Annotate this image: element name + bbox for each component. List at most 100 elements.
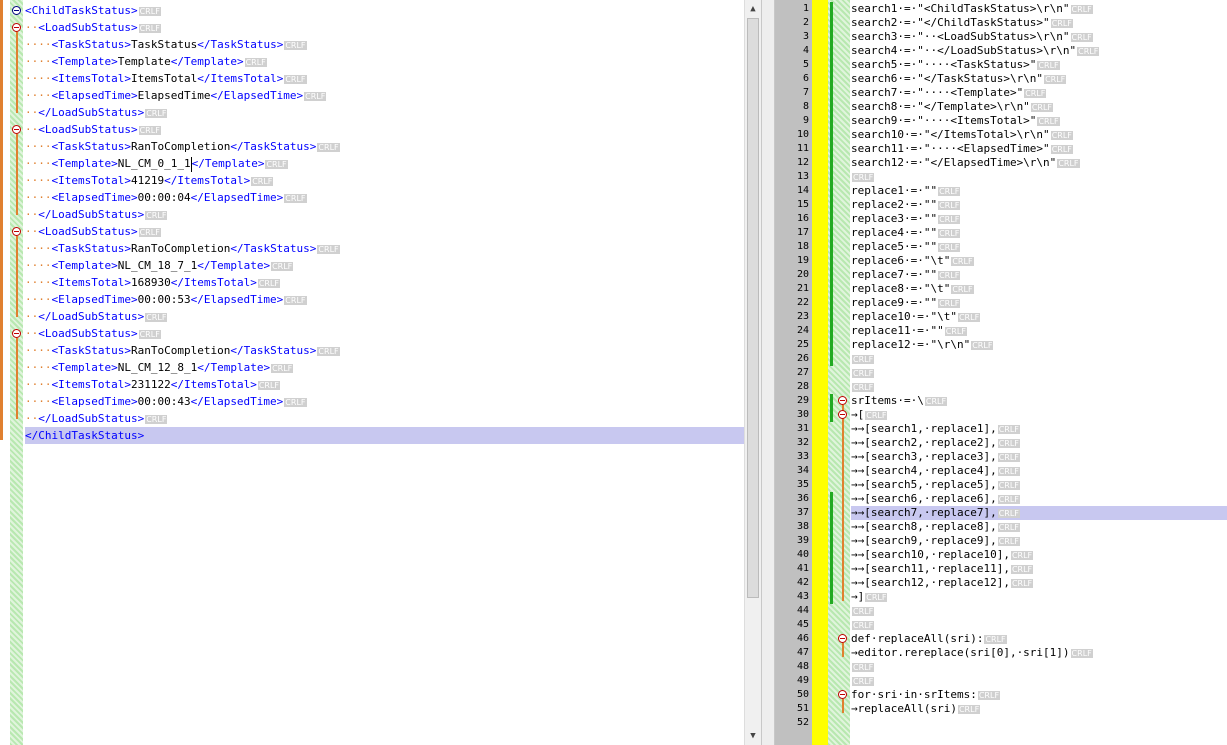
code-line[interactable]: replace4·=·"" CRLF bbox=[851, 226, 1227, 240]
scroll-down-arrow-icon[interactable]: ▼ bbox=[748, 729, 758, 743]
code-line[interactable]: ··</LoadSubStatus> CRLF bbox=[25, 104, 744, 121]
code-line[interactable]: CRLF bbox=[851, 366, 1227, 380]
code-line[interactable]: ··</LoadSubStatus> CRLF bbox=[25, 206, 744, 223]
code-line[interactable]: replace6·=·"\t" CRLF bbox=[851, 254, 1227, 268]
code-line[interactable]: CRLF bbox=[851, 674, 1227, 688]
code-line[interactable]: →→[search5,·replace5], CRLF bbox=[851, 478, 1227, 492]
code-line[interactable]: replace2·=·"" CRLF bbox=[851, 198, 1227, 212]
fold-toggle-icon[interactable] bbox=[12, 125, 21, 134]
splitter[interactable] bbox=[761, 0, 775, 745]
scroll-up-arrow-icon[interactable]: ▲ bbox=[748, 2, 758, 16]
right-code-lines[interactable]: search1·=·"<ChildTaskStatus>\r\n" CRLF sea… bbox=[851, 2, 1227, 730]
code-line[interactable]: replace7·=·"" CRLF bbox=[851, 268, 1227, 282]
left-vertical-scrollbar[interactable]: ▲ ▼ bbox=[744, 0, 761, 745]
code-line[interactable]: CRLF bbox=[851, 618, 1227, 632]
line-number: 44 bbox=[796, 605, 809, 616]
code-line[interactable]: replace8·=·"\t" CRLF bbox=[851, 282, 1227, 296]
code-line[interactable]: ····<TaskStatus>RanToCompletion</TaskSta… bbox=[25, 342, 744, 359]
fold-toggle-icon[interactable] bbox=[838, 410, 847, 419]
code-line[interactable]: ··</LoadSubStatus> CRLF bbox=[25, 308, 744, 325]
code-line[interactable]: →→[search2,·replace2], CRLF bbox=[851, 436, 1227, 450]
code-line[interactable]: search11·=·"····<ElapsedTime>" CRLF bbox=[851, 142, 1227, 156]
code-line[interactable]: ····<ElapsedTime>00:00:43</ElapsedTime> C… bbox=[25, 393, 744, 410]
code-line[interactable]: ····<ItemsTotal>41219</ItemsTotal> CRLF bbox=[25, 172, 744, 189]
code-line[interactable]: search10·=·"</ItemsTotal>\r\n" CRLF bbox=[851, 128, 1227, 142]
code-line[interactable]: ····<ElapsedTime>00:00:04</ElapsedTime> C… bbox=[25, 189, 744, 206]
code-line[interactable]: replace5·=·"" CRLF bbox=[851, 240, 1227, 254]
code-line[interactable]: →→[search9,·replace9], CRLF bbox=[851, 534, 1227, 548]
code-line[interactable]: ··<LoadSubStatus> CRLF bbox=[25, 325, 744, 342]
right-editor-pane[interactable]: 1 2 3 4 5 6 7 8 9 10 11 12 13 14 15 16 17 18 19 20 21 22 23 24 2… bbox=[775, 0, 1227, 745]
code-line[interactable]: search6·=·"</TaskStatus>\r\n" CRLF bbox=[851, 72, 1227, 86]
code-line[interactable]: ··</LoadSubStatus> CRLF bbox=[25, 410, 744, 427]
code-line[interactable]: ····<ItemsTotal>ItemsTotal</ItemsTotal> C… bbox=[25, 70, 744, 87]
code-line[interactable]: ····<Template>NL_CM_12_8_1</Template> CRL… bbox=[25, 359, 744, 376]
code-line[interactable]: CRLF bbox=[851, 604, 1227, 618]
code-text: search8·=·"</Template>\r\n" bbox=[851, 100, 1030, 113]
code-line[interactable]: search3·=·"··<LoadSubStatus>\r\n" CRLF bbox=[851, 30, 1227, 44]
code-line[interactable]: replace3·=·"" CRLF bbox=[851, 212, 1227, 226]
code-line[interactable]: →] CRLF bbox=[851, 590, 1227, 604]
code-line[interactable]: →→[search6,·replace6], CRLF bbox=[851, 492, 1227, 506]
code-line[interactable]: ····<ElapsedTime>00:00:53</ElapsedTime> C… bbox=[25, 291, 744, 308]
code-line[interactable]: ··<LoadSubStatus> CRLF bbox=[25, 121, 744, 138]
code-line[interactable]: replace9·=·"" CRLF bbox=[851, 296, 1227, 310]
code-line[interactable]: CRLF bbox=[851, 380, 1227, 394]
code-line[interactable]: search4·=·"··</LoadSubStatus>\r\n" CRLF bbox=[851, 44, 1227, 58]
code-line[interactable]: search12·=·"</ElapsedTime>\r\n" CRLF bbox=[851, 156, 1227, 170]
fold-toggle-icon[interactable] bbox=[12, 23, 21, 32]
code-line[interactable]: →→[search3,·replace3], CRLF bbox=[851, 450, 1227, 464]
code-line[interactable]: replace10·=·"\t" CRLF bbox=[851, 310, 1227, 324]
scroll-thumb[interactable] bbox=[747, 18, 759, 598]
code-line[interactable]: for·sri·in·srItems: CRLF bbox=[851, 688, 1227, 702]
code-line[interactable]: ····<Template>Template</Template> CRLF bbox=[25, 53, 744, 70]
code-line[interactable]: replace1·=·"" CRLF bbox=[851, 184, 1227, 198]
fold-toggle-icon[interactable] bbox=[12, 329, 21, 338]
code-line[interactable]: →→[search7,·replace7], CRLF bbox=[851, 506, 1227, 520]
line-number: 32 bbox=[796, 437, 809, 448]
code-line[interactable]: ····<Template>NL_CM_0_1_1</Template> CRLF bbox=[25, 155, 744, 172]
code-line[interactable]: search8·=·"</Template>\r\n" CRLF bbox=[851, 100, 1227, 114]
code-line[interactable]: ····<ItemsTotal>231122</ItemsTotal> CRLF bbox=[25, 376, 744, 393]
code-line[interactable]: →→[search4,·replace4], CRLF bbox=[851, 464, 1227, 478]
code-line[interactable]: →editor.rereplace(sri[0],·sri[1]) CRLF bbox=[851, 646, 1227, 660]
line-number: 23 bbox=[796, 311, 809, 322]
code-line[interactable]: CRLF bbox=[851, 352, 1227, 366]
code-line[interactable]: ····<TaskStatus>TaskStatus</TaskStatus> C… bbox=[25, 36, 744, 53]
code-line[interactable]: ····<TaskStatus>RanToCompletion</TaskSta… bbox=[25, 240, 744, 257]
fold-toggle-icon[interactable] bbox=[838, 690, 847, 699]
fold-toggle-icon[interactable] bbox=[838, 396, 847, 405]
code-line[interactable]: ····<TaskStatus>RanToCompletion</TaskSta… bbox=[25, 138, 744, 155]
code-line[interactable]: CRLF bbox=[851, 170, 1227, 184]
left-code-lines[interactable]: <ChildTaskStatus> CRLF ··<LoadSubStatus> CR… bbox=[25, 2, 744, 444]
left-editor-pane[interactable]: <ChildTaskStatus> CRLF ··<LoadSubStatus> CR… bbox=[0, 0, 761, 745]
code-line[interactable]: →→[search8,·replace8], CRLF bbox=[851, 520, 1227, 534]
code-line[interactable]: search9·=·"····<ItemsTotal>" CRLF bbox=[851, 114, 1227, 128]
code-line[interactable]: search5·=·"····<TaskStatus>" CRLF bbox=[851, 58, 1227, 72]
code-line[interactable]: CRLF bbox=[851, 660, 1227, 674]
code-line[interactable]: →→[search1,·replace1], CRLF bbox=[851, 422, 1227, 436]
code-line[interactable]: →[CRLF bbox=[851, 408, 1227, 422]
fold-toggle-icon[interactable] bbox=[12, 227, 21, 236]
code-line[interactable]: →replaceAll(sri) CRLF bbox=[851, 702, 1227, 716]
code-line[interactable]: ····<Template>NL_CM_18_7_1</Template> CRL… bbox=[25, 257, 744, 274]
code-line[interactable] bbox=[851, 716, 1227, 730]
code-line[interactable]: replace11·=·"" CRLF bbox=[851, 324, 1227, 338]
code-line[interactable]: srItems·=·\ CRLF bbox=[851, 394, 1227, 408]
code-line[interactable]: →→[search10,·replace10], CRLF bbox=[851, 548, 1227, 562]
code-line[interactable]: →→[search11,·replace11], CRLF bbox=[851, 562, 1227, 576]
code-line[interactable]: search2·=·"</ChildTaskStatus>" CRLF bbox=[851, 16, 1227, 30]
code-line[interactable]: replace12·=·"\r\n" CRLF bbox=[851, 338, 1227, 352]
code-line[interactable]: def·replaceAll(sri): CRLF bbox=[851, 632, 1227, 646]
code-line[interactable]: ····<ElapsedTime>ElapsedTime</ElapsedTim… bbox=[25, 87, 744, 104]
fold-toggle-icon[interactable] bbox=[12, 6, 21, 15]
code-line[interactable]: →→[search12,·replace12], CRLF bbox=[851, 576, 1227, 590]
code-line[interactable]: search1·=·"<ChildTaskStatus>\r\n" CRLF bbox=[851, 2, 1227, 16]
fold-toggle-icon[interactable] bbox=[838, 634, 847, 643]
code-line[interactable]: ··<LoadSubStatus> CRLF bbox=[25, 19, 744, 36]
code-line[interactable]: </ChildTaskStatus> bbox=[25, 427, 744, 444]
code-line[interactable]: ··<LoadSubStatus> CRLF bbox=[25, 223, 744, 240]
code-line[interactable]: <ChildTaskStatus> CRLF bbox=[25, 2, 744, 19]
code-line[interactable]: ····<ItemsTotal>168930</ItemsTotal> CRLF bbox=[25, 274, 744, 291]
code-line[interactable]: search7·=·"····<Template>" CRLF bbox=[851, 86, 1227, 100]
